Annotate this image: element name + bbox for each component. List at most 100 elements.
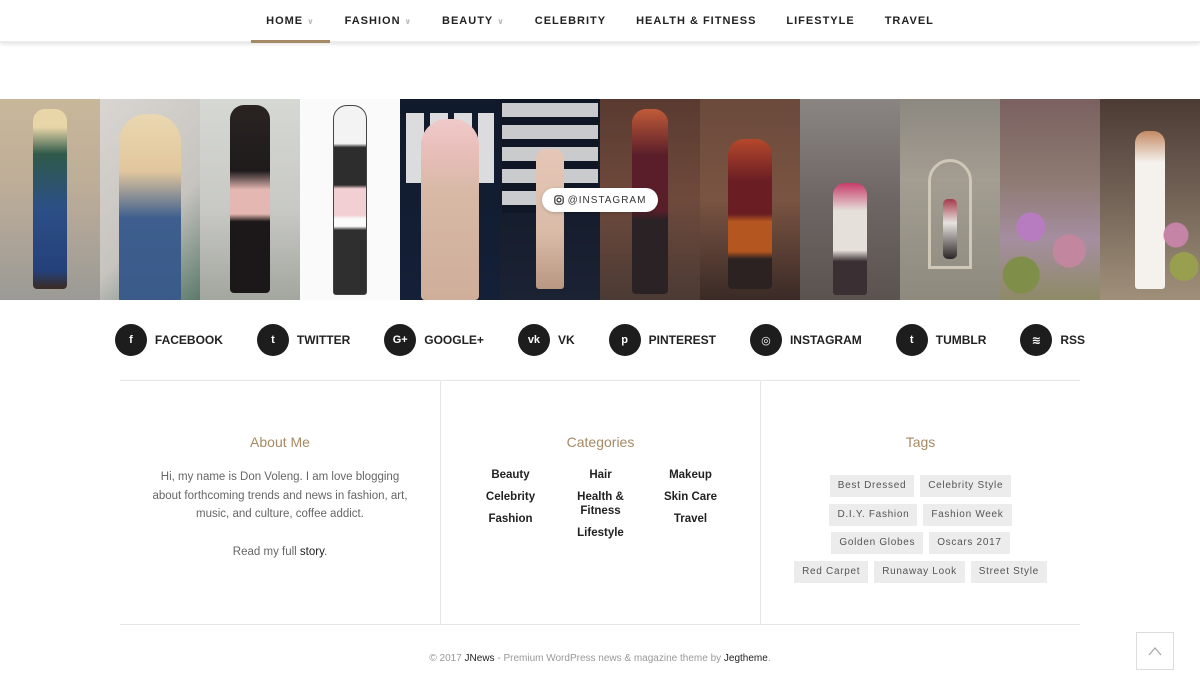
tag-link[interactable]: Best Dressed xyxy=(829,475,915,497)
copyright-middle: - Premium WordPress news & magazine them… xyxy=(494,653,724,664)
nav-item-label: LIFESTYLE xyxy=(786,15,855,27)
category-link[interactable]: Celebrity xyxy=(466,491,556,505)
tag-link[interactable]: Runaway Look xyxy=(874,561,965,584)
instagram-photo[interactable] xyxy=(1000,99,1100,300)
social-link-google-[interactable]: G+ GOOGLE+ xyxy=(384,323,484,357)
tag-cloud: Best Dressed Celebrity Style D.I.Y. Fashio… xyxy=(791,475,1051,590)
copyright-suffix: . xyxy=(767,653,771,664)
category-link[interactable]: Hair xyxy=(556,469,646,483)
category-link[interactable]: Fashion xyxy=(466,513,556,527)
nav-item-travel[interactable]: TRAVEL xyxy=(870,0,949,42)
nav-item-label: HOME xyxy=(266,15,304,27)
social-link-rss[interactable]: ≋ RSS xyxy=(1020,323,1085,357)
instagram-icon xyxy=(553,195,564,205)
categories-column: Hair Health & Fitness Lifestyle xyxy=(556,469,646,549)
instagram-photo[interactable] xyxy=(300,99,400,300)
main-navigation: HOME ∨ FASHION ∨ BEAUTY ∨ CELEBRITY HEALTH & FI… xyxy=(0,0,1200,43)
social-link-label: FACEBOOK xyxy=(154,333,223,347)
tags-widget: Tags Best Dressed Celebrity Style D.I.Y. F… xyxy=(760,381,1080,624)
facebook-icon: f xyxy=(114,324,147,356)
instagram-photo[interactable] xyxy=(400,99,500,300)
tag-link[interactable]: Oscars 2017 xyxy=(929,532,1010,555)
pinterest-icon: p xyxy=(608,324,641,356)
social-link-instagram[interactable]: ◎ INSTAGRAM xyxy=(749,323,862,357)
nav-item-label: CELEBRITY xyxy=(534,15,607,27)
instagram-badge-label: @INSTAGRAM xyxy=(567,194,647,206)
categories-list: Beauty Celebrity Fashion Hair Health & Fitne… xyxy=(466,469,736,549)
instagram-photo[interactable] xyxy=(0,99,100,300)
social-link-label: TUMBLR xyxy=(935,333,987,347)
tag-link[interactable]: Street Style xyxy=(970,561,1047,584)
categories-widget: Categories Beauty Celebrity Fashion Hair Hea… xyxy=(440,381,760,624)
social-link-vk[interactable]: vk VK xyxy=(517,323,575,357)
social-link-label: RSS xyxy=(1060,333,1086,347)
chevron-up-icon xyxy=(1148,647,1162,656)
nav-item-label: BEAUTY xyxy=(442,15,494,27)
social-links: f FACEBOOK t TWITTER G+ GOOGLE+ vk VK p PINTEREST… xyxy=(0,323,1200,357)
copyright: © 2017 JNews - Premium WordPress news & … xyxy=(0,653,1200,664)
social-link-label: INSTAGRAM xyxy=(789,333,862,347)
social-link-twitter[interactable]: t TWITTER xyxy=(256,323,351,357)
tag-link[interactable]: Red Carpet xyxy=(794,561,869,584)
instagram-photo[interactable] xyxy=(1100,99,1200,300)
categories-column: Makeup Skin Care Travel xyxy=(646,469,736,549)
category-link[interactable]: Makeup xyxy=(646,469,736,483)
footer-widgets: About Me Hi, my name is Don Voleng. I am… xyxy=(120,380,1080,625)
social-link-label: VK xyxy=(557,333,575,347)
social-link-tumblr[interactable]: t TUMBLR xyxy=(895,323,987,357)
read-more-prefix: Read my full xyxy=(232,545,300,558)
about-bio: Hi, my name is Don Voleng. I am love blo… xyxy=(152,471,408,520)
chevron-down-icon: ∨ xyxy=(497,16,505,26)
rss-icon: ≋ xyxy=(1020,324,1053,356)
social-link-label: PINTEREST xyxy=(648,333,716,347)
instagram-photo[interactable] xyxy=(800,99,900,300)
nav-item-label: FASHION xyxy=(344,15,401,27)
nav-item-celebrity[interactable]: CELEBRITY xyxy=(520,0,621,42)
read-more-suffix: . xyxy=(323,545,328,558)
tumblr-icon: t xyxy=(895,324,928,356)
tag-link[interactable]: Golden Globes xyxy=(831,532,924,555)
nav-item-home[interactable]: HOME ∨ xyxy=(251,0,330,43)
nav-item-health-fitness[interactable]: HEALTH & FITNESS xyxy=(621,0,771,42)
categories-column: Beauty Celebrity Fashion xyxy=(466,469,556,549)
nav-menu: HOME ∨ FASHION ∨ BEAUTY ∨ CELEBRITY HEALTH & FI… xyxy=(0,0,1200,43)
chevron-down-icon: ∨ xyxy=(404,16,413,26)
nav-item-lifestyle[interactable]: LIFESTYLE xyxy=(771,0,869,42)
social-link-label: TWITTER xyxy=(296,333,351,347)
nav-item-label: TRAVEL xyxy=(884,15,934,27)
social-link-facebook[interactable]: f FACEBOOK xyxy=(114,323,223,357)
jnews-link[interactable]: JNews xyxy=(465,653,495,664)
instagram-follow-badge[interactable]: @INSTAGRAM xyxy=(542,188,658,212)
social-link-label: GOOGLE+ xyxy=(424,333,484,347)
vk-icon: vk xyxy=(517,324,550,356)
nav-item-label: HEALTH & FITNESS xyxy=(636,15,757,27)
tag-link[interactable]: Fashion Week xyxy=(923,503,1012,526)
tag-link[interactable]: D.I.Y. Fashion xyxy=(829,503,918,526)
category-link[interactable]: Lifestyle xyxy=(556,527,646,541)
twitter-icon: t xyxy=(256,324,289,356)
about-read-more: Read my full story. xyxy=(150,543,410,562)
instagram-photo[interactable] xyxy=(900,99,1000,300)
categories-title: Categories xyxy=(566,434,635,450)
nav-item-fashion[interactable]: FASHION ∨ xyxy=(330,0,427,42)
chevron-down-icon: ∨ xyxy=(307,16,315,26)
tags-title: Tags xyxy=(905,434,936,450)
category-link[interactable]: Beauty xyxy=(466,469,556,483)
social-link-pinterest[interactable]: p PINTEREST xyxy=(608,323,716,357)
google-plus-icon: G+ xyxy=(384,324,417,356)
scroll-to-top-button[interactable] xyxy=(1136,632,1174,670)
jegtheme-link[interactable]: Jegtheme xyxy=(724,653,768,664)
about-widget: About Me Hi, my name is Don Voleng. I am… xyxy=(120,381,440,624)
nav-item-beauty[interactable]: BEAUTY ∨ xyxy=(427,0,520,42)
instagram-photo[interactable] xyxy=(100,99,200,300)
category-link[interactable]: Health & Fitness xyxy=(556,491,646,518)
category-link[interactable]: Skin Care xyxy=(646,491,736,505)
instagram-icon: ◎ xyxy=(749,324,782,356)
category-link[interactable]: Travel xyxy=(646,513,736,527)
copyright-prefix: © 2017 xyxy=(429,653,465,664)
instagram-photo[interactable] xyxy=(200,99,300,300)
tag-link[interactable]: Celebrity Style xyxy=(920,475,1012,497)
about-title: About Me xyxy=(250,434,310,450)
story-link[interactable]: story xyxy=(300,546,324,558)
instagram-photo[interactable] xyxy=(700,99,800,300)
